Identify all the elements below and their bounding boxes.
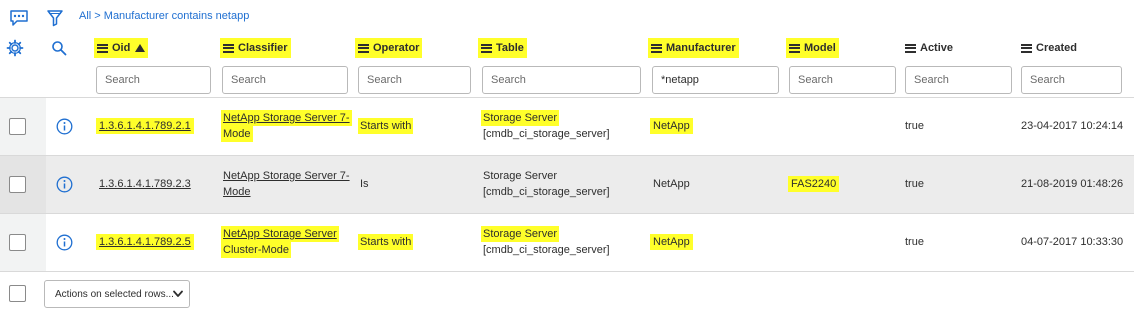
column-header-active[interactable]: Active [902,38,956,58]
created-cell: 04-07-2017 10:33:30 [1021,236,1124,248]
search-icon[interactable] [48,37,70,59]
column-header-label: Created [1036,42,1077,54]
operator-cell: Starts with [358,234,414,250]
search-input-manufacturer[interactable] [652,66,779,94]
column-header-operator[interactable]: Operator [355,38,423,58]
sort-ascending-icon [135,44,146,52]
column-header-row: Oid Classifier Operator Table Manufactur… [0,36,1134,60]
table-label: Storage Server [481,110,559,126]
column-header-label: Operator [373,42,420,54]
oid-link[interactable]: 1.3.6.1.4.1.789.2.5 [96,234,194,250]
column-menu-icon[interactable] [905,43,916,53]
manufacturer-cell: NetApp [653,178,690,190]
search-input-table[interactable] [482,66,641,94]
oid-link[interactable]: 1.3.6.1.4.1.789.2.3 [99,176,191,192]
table-label: Storage Server [481,226,559,242]
row-select-checkbox[interactable] [9,176,26,193]
active-cell: true [905,120,924,132]
column-menu-icon[interactable] [1021,43,1032,53]
column-header-label: Model [804,42,836,54]
search-input-active[interactable] [905,66,1012,94]
active-cell: true [905,236,924,248]
actions-on-selected-rows-select[interactable]: Actions on selected rows... [44,280,190,308]
created-cell: 21-08-2019 01:48:26 [1021,178,1124,190]
chevron-down-icon [173,290,183,301]
breadcrumb-separator: > [91,10,104,22]
column-header-label: Classifier [238,42,288,54]
row-select-checkbox[interactable] [9,234,26,251]
column-search-row [0,60,1134,98]
list-actions-icon[interactable] [8,7,30,29]
column-menu-icon[interactable] [481,43,492,53]
manufacturer-cell: NetApp [650,234,693,250]
search-input-created[interactable] [1021,66,1122,94]
column-header-table[interactable]: Table [478,38,527,58]
breadcrumb-condition[interactable]: Manufacturer contains netapp [104,10,250,22]
column-header-oid[interactable]: Oid [94,38,149,58]
column-menu-icon[interactable] [97,43,108,53]
manufacturer-cell: NetApp [650,118,693,134]
created-cell: 23-04-2017 10:24:14 [1021,120,1124,132]
table-row: 1.3.6.1.4.1.789.2.5 NetApp Storage Serve… [0,214,1134,272]
actions-select-label: Actions on selected rows... [55,288,174,300]
classifier-link[interactable]: NetApp Storage Server Cluster-Mode [221,226,339,258]
breadcrumb[interactable]: All > Manufacturer contains netapp [79,10,249,22]
info-icon[interactable] [56,234,73,251]
classifier-line1: NetApp Storage Server 7- [221,110,352,126]
info-icon[interactable] [56,176,73,193]
table-name: [cmdb_ci_storage_server] [483,128,610,140]
table-label: Storage Server [483,170,557,182]
classifier-line2: Mode [221,126,253,142]
column-menu-icon[interactable] [223,43,234,53]
list-footer: Actions on selected rows... [0,270,1134,317]
classifier-line1: NetApp Storage Server 7- [223,170,350,182]
column-header-label: Active [920,42,954,54]
table-name: [cmdb_ci_storage_server] [483,186,610,198]
column-header-label: Table [496,42,524,54]
table-cell: Storage Server [cmdb_ci_storage_server] [483,168,610,200]
table-row: 1.3.6.1.4.1.789.2.1 NetApp Storage Serve… [0,98,1134,156]
search-input-classifier[interactable] [222,66,348,94]
column-menu-icon[interactable] [651,43,662,53]
column-header-label: Oid [112,42,131,54]
classifier-line2: Mode [223,186,251,198]
operator-cell: Starts with [358,118,414,134]
column-menu-icon[interactable] [358,43,369,53]
table-cell: Storage Server [cmdb_ci_storage_server] [481,226,612,258]
column-header-manufacturer[interactable]: Manufacturer [648,38,739,58]
select-all-checkbox[interactable] [9,285,26,302]
column-header-label: Manufacturer [666,42,736,54]
model-cell: FAS2240 [788,176,840,192]
table-cell: Storage Server [cmdb_ci_storage_server] [481,110,612,142]
search-input-oid[interactable] [96,66,211,94]
search-input-operator[interactable] [358,66,471,94]
filter-icon[interactable] [44,7,66,29]
column-menu-icon[interactable] [789,43,800,53]
table-row: 1.3.6.1.4.1.789.2.3 NetApp Storage Serve… [0,156,1134,214]
row-select-checkbox[interactable] [9,118,26,135]
operator-cell: Is [360,178,369,190]
classifier-link[interactable]: NetApp Storage Server 7- Mode [223,168,350,200]
active-cell: true [905,178,924,190]
list-toolbar: All > Manufacturer contains netapp [0,0,1134,36]
classifier-line2: Cluster-Mode [221,242,292,258]
oid-link[interactable]: 1.3.6.1.4.1.789.2.1 [96,118,194,134]
table-name: [cmdb_ci_storage_server] [483,244,610,256]
breadcrumb-all[interactable]: All [79,10,91,22]
classifier-line1: NetApp Storage Server [221,226,339,242]
search-input-model[interactable] [789,66,896,94]
column-header-classifier[interactable]: Classifier [220,38,291,58]
column-header-model[interactable]: Model [786,38,839,58]
personalize-gear-icon[interactable] [4,37,26,59]
classifier-link[interactable]: NetApp Storage Server 7- Mode [221,110,352,142]
column-header-created[interactable]: Created [1018,38,1080,58]
info-icon[interactable] [56,118,73,135]
